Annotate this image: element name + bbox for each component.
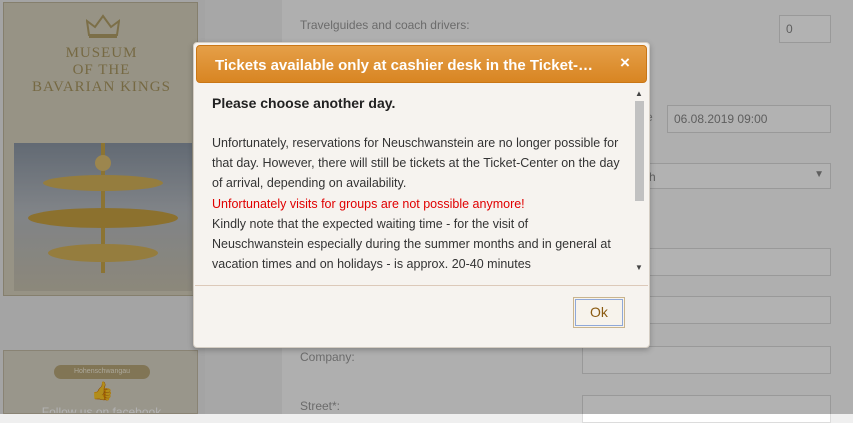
dialog-content[interactable]: Please choose another day. Unfortunately… (195, 87, 648, 285)
dialog-scrollbar[interactable]: ▲ ▼ (632, 87, 646, 280)
tickets-dialog: Tickets available only at cashier desk i… (193, 42, 650, 348)
dialog-body: Unfortunately, reservations for Neuschwa… (212, 133, 622, 274)
scroll-up-arrow-icon[interactable]: ▲ (632, 89, 646, 99)
group-warning: Unfortunately visits for groups are not … (212, 196, 525, 211)
dialog-divider (195, 285, 648, 286)
dialog-titlebar[interactable]: Tickets available only at cashier desk i… (196, 45, 647, 83)
dialog-title: Tickets available only at cashier desk i… (215, 57, 595, 74)
dialog-paragraph: Unfortunately, reservations for Neuschwa… (212, 136, 620, 191)
scroll-down-arrow-icon[interactable]: ▼ (632, 263, 646, 273)
scroll-thumb[interactable] (635, 101, 644, 201)
dialog-paragraph: Kindly note that the expected waiting ti… (212, 216, 611, 272)
dialog-heading: Please choose another day. (212, 95, 396, 111)
ok-button[interactable]: Ok (573, 297, 625, 328)
close-icon[interactable]: × (616, 54, 634, 72)
